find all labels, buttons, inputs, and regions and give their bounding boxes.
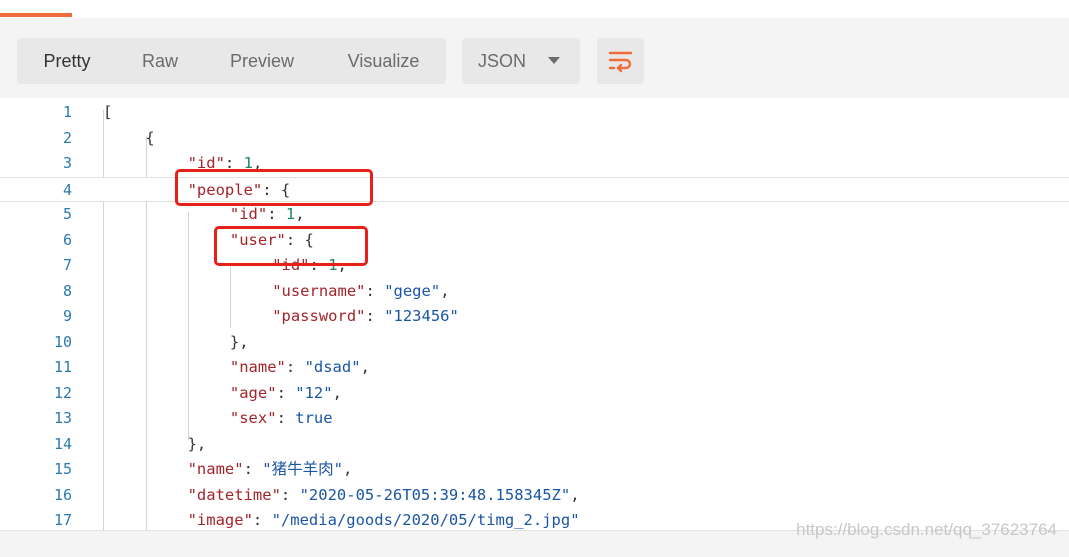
line-number: 13	[53, 409, 72, 427]
wrap-lines-icon	[608, 51, 633, 73]
token-punc: :	[276, 409, 296, 427]
code-line: 10},	[0, 330, 1069, 356]
line-number: 2	[62, 128, 72, 147]
token-punc: :	[285, 358, 305, 376]
token-punc: ,	[440, 281, 450, 300]
format-select[interactable]: JSON	[462, 38, 580, 84]
highlight-box-people	[175, 169, 373, 206]
code-line: 15 "name": "猪牛羊肉",	[0, 457, 1069, 483]
tab-preview[interactable]: Preview	[203, 38, 321, 84]
code-content: "name": "猪牛羊肉",	[188, 457, 353, 483]
token-punc: :	[280, 485, 300, 504]
active-tab-indicator	[0, 13, 72, 17]
token-key: "datetime"	[187, 485, 281, 504]
token-str: "猪牛羊肉"	[262, 460, 343, 478]
line-number: 15	[53, 460, 72, 478]
token-punc: [	[103, 103, 113, 121]
token-num: 1	[285, 205, 296, 223]
token-str: "2020-05-26T05:39:48.158345Z"	[299, 485, 571, 504]
line-number: 5	[62, 205, 72, 223]
code-content: "datetime": "2020-05-26T05:39:48.158345Z…	[188, 483, 580, 509]
token-punc: ,	[295, 205, 305, 223]
code-line: 13 "sex": true	[0, 406, 1069, 432]
line-number: 1	[62, 103, 72, 121]
code-line: 14},	[0, 432, 1069, 458]
line-number: 17	[53, 511, 72, 529]
token-key: "name"	[187, 460, 244, 478]
code-line: 8 "username": "gege",	[0, 279, 1069, 305]
code-content: "name": "dsad",	[230, 355, 370, 381]
highlight-box-user	[214, 226, 368, 266]
line-number: 3	[62, 154, 72, 172]
code-line: 1[	[0, 100, 1069, 126]
token-key: "id"	[229, 205, 268, 223]
token-punc: },	[229, 332, 249, 351]
token-key: "image"	[187, 511, 253, 529]
code-line: 7 "id": 1,	[0, 253, 1069, 279]
tab-visualize[interactable]: Visualize	[321, 38, 446, 84]
code-line: 16 "datetime": "2020-05-26T05:39:48.15834…	[0, 483, 1069, 509]
code-line: 12 "age": "12",	[0, 381, 1069, 407]
line-number: 6	[62, 230, 72, 249]
token-bool: true	[295, 409, 333, 427]
token-punc: ,	[332, 383, 342, 402]
token-punc: :	[243, 460, 263, 478]
token-punc: ,	[342, 460, 353, 478]
code-content: "age": "12",	[230, 381, 342, 407]
token-str: "dsad"	[304, 358, 361, 376]
code-line: 5 "id": 1,	[0, 202, 1069, 228]
response-body-editor[interactable]: 1[2{3 "id": 1, 4 "people": {5 "id": 1, 6 "user…	[0, 98, 1069, 530]
code-line: 3 "id": 1,	[0, 151, 1069, 177]
chevron-down-icon	[548, 57, 560, 64]
tab-raw[interactable]: Raw	[117, 38, 203, 84]
token-punc: :	[252, 511, 272, 529]
code-content: },	[188, 432, 207, 458]
line-number: 14	[53, 434, 72, 453]
line-number: 10	[53, 332, 72, 351]
line-number: 11	[53, 358, 72, 376]
code-content: [	[103, 100, 112, 126]
request-tab-bar	[0, 0, 1069, 19]
wrap-lines-button[interactable]	[597, 38, 644, 84]
line-number: 9	[62, 307, 72, 325]
format-select-value: JSON	[478, 50, 527, 71]
token-punc: {	[145, 128, 155, 147]
token-key: "sex"	[229, 409, 277, 427]
code-content: "image": "/media/goods/2020/05/timg_2.jp…	[188, 508, 580, 530]
code-content: "username": "gege",	[272, 279, 449, 305]
line-number: 4	[62, 180, 72, 199]
view-mode-segmented-control: Pretty Raw Preview Visualize	[17, 38, 446, 84]
token-str: "123456"	[384, 307, 459, 325]
code-content: "password": "123456"	[272, 304, 459, 330]
code-line: 9 "password": "123456"	[0, 304, 1069, 330]
response-toolbar: Pretty Raw Preview Visualize JSON	[0, 18, 1069, 98]
code-line: 11 "name": "dsad",	[0, 355, 1069, 381]
token-key: "name"	[229, 358, 286, 376]
watermark: https://blog.csdn.net/qq_37623764	[796, 520, 1057, 539]
code-line: 6 "user": {	[0, 228, 1069, 254]
code-content: "sex": true	[230, 406, 333, 432]
token-punc: :	[276, 383, 296, 402]
tab-pretty[interactable]: Pretty	[17, 38, 117, 84]
token-str: "gege"	[384, 281, 441, 300]
token-punc: :	[365, 307, 385, 325]
line-number: 7	[62, 256, 72, 274]
code-content: {	[145, 126, 154, 152]
code-line: 4 "people": {	[0, 176, 1069, 202]
code-line: 2{	[0, 126, 1069, 152]
token-punc: :	[365, 281, 385, 300]
line-number: 12	[53, 383, 72, 402]
token-punc: ,	[570, 485, 580, 504]
token-punc: },	[187, 434, 207, 453]
line-number: 16	[53, 485, 72, 504]
token-key: "username"	[272, 281, 366, 300]
token-punc: :	[267, 205, 286, 223]
token-str: "12"	[295, 383, 333, 402]
token-key: "password"	[272, 307, 366, 325]
token-punc: ,	[360, 358, 370, 376]
token-key: "age"	[229, 383, 277, 402]
token-str: "/media/goods/2020/05/timg_2.jpg"	[271, 511, 580, 529]
code-content: },	[230, 330, 249, 356]
line-number: 8	[62, 281, 72, 300]
